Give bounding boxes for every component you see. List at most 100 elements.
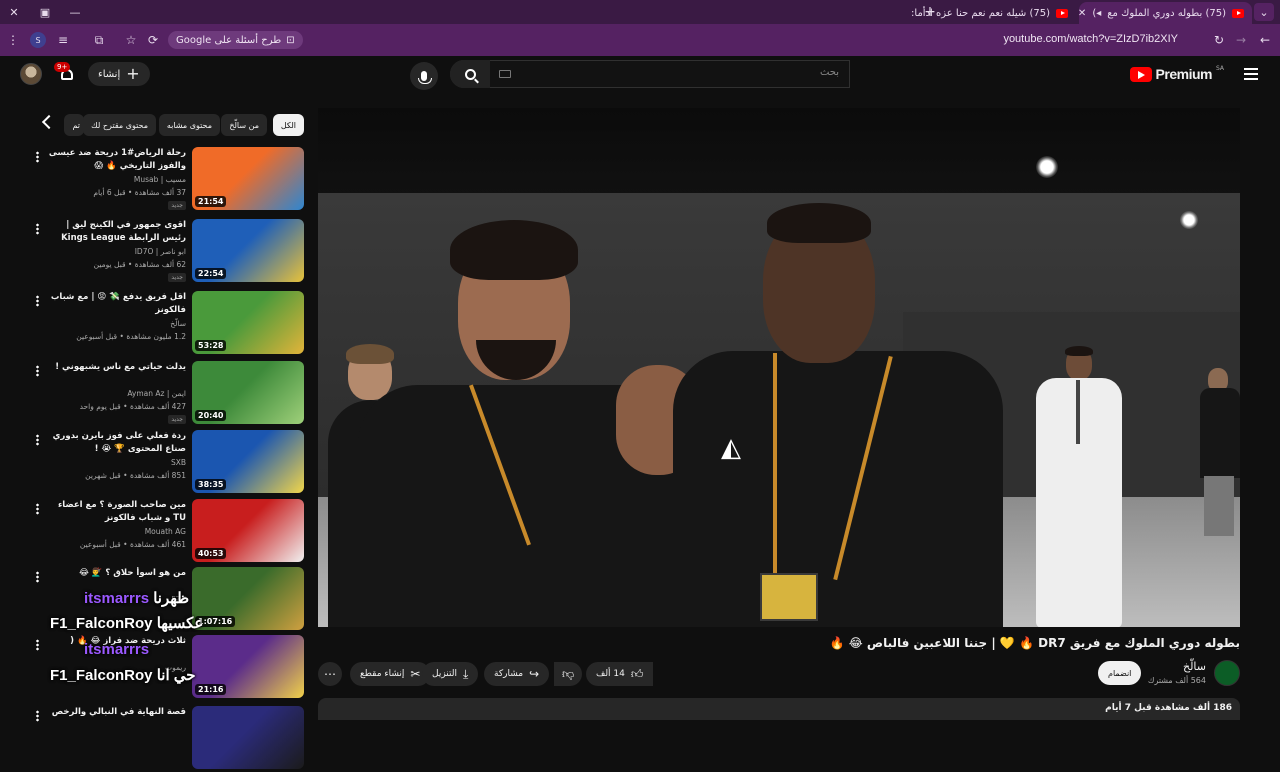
search-input[interactable]: بحث	[820, 67, 839, 78]
search-box[interactable]: بحث	[450, 60, 850, 88]
clip-button[interactable]: ✂ إنشاء مقطع	[350, 662, 431, 686]
join-button[interactable]: انضمام	[1098, 661, 1142, 685]
video-player[interactable]: ◭	[318, 108, 1240, 627]
related-video-title[interactable]: اقوى جمهور في الكينج ليق | رئيس الرابطة …	[46, 219, 186, 245]
channel-name[interactable]: سالّخ	[1183, 660, 1206, 673]
more-vertical-icon[interactable]	[36, 434, 39, 446]
more-vertical-icon[interactable]	[36, 571, 39, 583]
chip-recommended[interactable]: محتوى مقترح لك	[83, 114, 156, 136]
ceiling-light-1	[1036, 156, 1058, 178]
chip-from-channel[interactable]: من سالّخ	[221, 114, 267, 136]
related-video-channel[interactable]: ابو ناصر | ID7O	[135, 247, 186, 256]
extensions-icon[interactable]: ⧉	[90, 31, 108, 49]
lens-icon: ⊡	[286, 34, 295, 46]
voice-search-button[interactable]	[410, 62, 438, 90]
tab-search-chevron-icon[interactable]: ⌄	[1254, 3, 1274, 21]
description-box[interactable]: 186 ألف مشاهدة قبل 7 أيام	[318, 698, 1240, 720]
google-ask-chip[interactable]: ⊡ طرح أسئلة على Google	[168, 31, 303, 49]
duration-badge: 21:54	[195, 196, 227, 207]
share-button[interactable]: ↪ مشاركة	[484, 662, 550, 686]
download-button[interactable]: ⤓ التنزيل	[422, 662, 479, 686]
youtube-premium-logo[interactable]: Premium SA	[1129, 65, 1224, 82]
video-thumbnail[interactable]: 1:07:16	[192, 567, 304, 630]
maximize-window-icon[interactable]: ▣	[36, 3, 54, 21]
browser-menu-icon[interactable]: ⋮	[4, 31, 22, 49]
chat-overlay-line-1: itsmarrrs ظهرنا	[84, 589, 189, 607]
forward-icon[interactable]: →	[1232, 31, 1250, 49]
related-video-title[interactable]: اقل فريق يدفع 💸 😡 | مع شباب فالكونز	[46, 291, 186, 317]
related-video-title[interactable]: يدلت حياتي مع ناس يشبهوني !	[46, 361, 186, 374]
video-thumbnail[interactable]: 53:28	[192, 291, 304, 354]
more-vertical-icon[interactable]	[36, 639, 39, 651]
related-video-item[interactable]: 40:53 مين صاحب الصورة ؟ مع اعضاء TU و شبا…	[30, 499, 304, 565]
video-thumbnail[interactable]: 40:53	[192, 499, 304, 562]
thumbs-up-icon: 👍︎	[630, 666, 644, 681]
related-video-channel[interactable]: ايمن | Ayman Az	[127, 389, 186, 398]
duration-badge: 40:53	[195, 548, 227, 559]
notifications-bell-icon[interactable]: 9+	[54, 62, 76, 84]
chat-username: itsmarrrs	[84, 641, 150, 658]
chip-watched[interactable]: تم	[64, 114, 84, 136]
close-tab-icon[interactable]: ✕	[1079, 8, 1086, 19]
close-tab-icon[interactable]: ✕	[904, 8, 905, 19]
bookmark-star-icon[interactable]: ☆	[122, 31, 140, 49]
video-thumbnail[interactable]	[192, 706, 304, 769]
cast-icon[interactable]: ⟳	[144, 31, 162, 49]
more-vertical-icon[interactable]	[36, 710, 39, 722]
microphone-icon	[418, 71, 432, 84]
create-button[interactable]: + إنشاء	[88, 62, 150, 86]
more-vertical-icon[interactable]	[36, 151, 39, 163]
more-vertical-icon[interactable]	[36, 365, 39, 377]
more-vertical-icon[interactable]	[36, 295, 39, 307]
video-thumbnail[interactable]: 38:35	[192, 430, 304, 493]
new-tab-icon[interactable]: +	[921, 3, 939, 21]
back-icon[interactable]: ←	[1256, 31, 1274, 49]
related-video-item[interactable]: 38:35 ردة فعلي على فوز بايرن بدوري صناع ا…	[30, 430, 304, 496]
more-vertical-icon[interactable]	[36, 503, 39, 515]
reload-icon[interactable]: ↻	[1210, 31, 1228, 49]
related-video-item[interactable]: 20:40 يدلت حياتي مع ناس يشبهوني ! ايمن | A…	[30, 361, 304, 427]
related-video-item[interactable]: 22:54 اقوى جمهور في الكينج ليق | رئيس الر…	[30, 219, 304, 285]
related-video-title[interactable]: ردة فعلي على فوز بايرن بدوري صناع المحتو…	[46, 430, 186, 456]
close-window-icon[interactable]: ✕	[5, 3, 23, 21]
more-actions-button[interactable]: ⋯	[318, 662, 342, 686]
account-avatar[interactable]	[20, 63, 42, 85]
hamburger-menu-icon[interactable]	[1244, 68, 1258, 80]
new-badge: جديد	[168, 415, 186, 424]
chip-similar[interactable]: محتوى مشابه	[158, 114, 220, 136]
related-video-item[interactable]: قصة النهاية في النبالي والرخص	[30, 706, 304, 772]
dislike-button[interactable]: 👎︎	[554, 662, 583, 686]
minimize-window-icon[interactable]: —	[66, 3, 84, 21]
related-video-item[interactable]: 53:28 اقل فريق يدفع 💸 😡 | مع شباب فالكونز…	[30, 291, 304, 357]
duration-badge: 22:54	[195, 268, 227, 279]
more-vertical-icon[interactable]	[36, 223, 39, 235]
tab-active-video[interactable]: (75) بطوله دوري الملوك مع ◂) ✕	[1079, 2, 1252, 24]
video-thumbnail[interactable]: 20:40	[192, 361, 304, 424]
related-video-channel[interactable]: سالّخ	[170, 319, 186, 328]
search-button[interactable]	[450, 60, 490, 88]
related-video-channel[interactable]: مسيب | Musab	[134, 175, 186, 184]
profile-icon[interactable]: S	[30, 32, 46, 48]
video-thumbnail[interactable]: 22:54	[192, 219, 304, 282]
download-icon: ⤓	[462, 666, 469, 681]
reading-list-icon[interactable]: ≡	[54, 31, 72, 49]
url-text[interactable]: youtube.com/watch?v=ZIzD7ib2XIY	[1003, 33, 1178, 45]
video-thumbnail[interactable]: 21:16	[192, 635, 304, 698]
keyboard-icon[interactable]	[499, 70, 511, 78]
related-video-title[interactable]: رحلة الرياض#1 دريحة ضد عيسى والفوز التار…	[46, 147, 186, 173]
channel-avatar[interactable]	[1214, 660, 1240, 686]
like-button[interactable]: 👍︎ 14 ألف	[586, 662, 654, 686]
related-video-meta: 62 ألف مشاهدة • قبل يومين	[93, 260, 186, 269]
related-video-channel[interactable]: Mouath AG	[145, 527, 186, 536]
related-video-channel[interactable]: SXB	[171, 458, 186, 467]
related-video-meta: 1.2 مليون مشاهدة • قبل أسبوعين	[76, 332, 186, 341]
chip-all[interactable]: الكل	[272, 114, 304, 136]
video-thumbnail[interactable]: 21:54	[192, 147, 304, 210]
audio-icon: ◂)	[1092, 7, 1102, 19]
related-video-title[interactable]: من هو اسوأ حلاق ؟ 💇‍♂️ 😂	[46, 567, 186, 580]
related-video-title[interactable]: قصة النهاية في النبالي والرخص	[46, 706, 186, 719]
chips-scroll-chevron-icon[interactable]	[41, 114, 57, 130]
related-video-title[interactable]: مين صاحب الصورة ؟ مع اعضاء TU و شباب فال…	[46, 499, 186, 525]
views-and-date: 186 ألف مشاهدة قبل 7 أيام	[1105, 703, 1232, 713]
related-video-item[interactable]: 21:54 رحلة الرياض#1 دريحة ضد عيسى والفوز …	[30, 147, 304, 213]
